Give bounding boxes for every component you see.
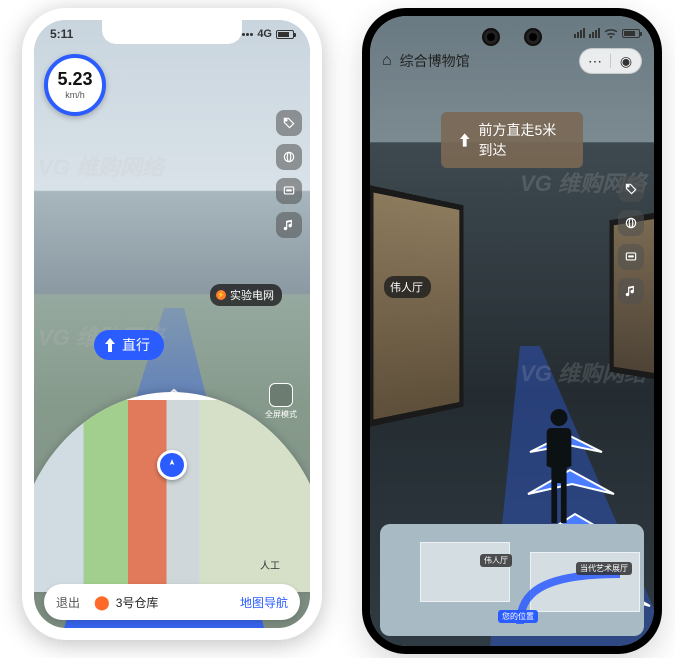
signal-icon (589, 28, 600, 38)
miniprogram-capsule: ⋯ ◉ (579, 48, 642, 74)
direction-pill: 直行 (94, 330, 164, 360)
minimap-you-label: 您的位置 (498, 610, 538, 623)
bottom-bar: 退出 ⬤ 3号仓库 地图导航 (44, 584, 300, 620)
camera-cutout (476, 28, 548, 46)
fullscreen-icon (269, 383, 293, 407)
minimap-label-b: 当代艺术展厅 (576, 562, 632, 575)
minimap-poi-label: 人工 (260, 557, 280, 572)
battery-icon (622, 29, 640, 38)
poi-chip[interactable]: ⚡ 实验电网 (210, 284, 282, 306)
minimap[interactable]: 伟人厅 当代艺术展厅 您的位置 (380, 524, 644, 636)
phone-left: VG 维购网络 VG 维购网络 (22, 8, 322, 640)
wifi-icon (604, 27, 618, 39)
poi-label: 伟人厅 (390, 279, 423, 295)
music-icon[interactable] (618, 278, 644, 304)
pin-icon: ⬤ (94, 594, 110, 611)
watermark: VG 维购网络 (38, 150, 164, 182)
poi-dot-icon: ⚡ (216, 290, 226, 300)
person-silhouette (540, 406, 578, 526)
tool-icon-column (618, 176, 644, 304)
screen-right: VG 维购网络 VG 维购网络 ⌂ 综合博物馆 ⋯ ◉ 前方直走5米到达 (370, 16, 654, 646)
link-icon[interactable] (276, 144, 302, 170)
speed-value: 5.23 (57, 70, 92, 88)
fullscreen-label: 全屏模式 (264, 409, 298, 420)
signal-icon (574, 28, 585, 38)
phone-right: VG 维购网络 VG 维购网络 ⌂ 综合博物馆 ⋯ ◉ 前方直走5米到达 (362, 8, 662, 654)
tag-icon[interactable] (276, 110, 302, 136)
home-icon[interactable]: ⌂ (382, 52, 392, 70)
fullscreen-chip[interactable]: 全屏模式 (264, 383, 298, 420)
message-icon[interactable] (618, 244, 644, 270)
exit-button[interactable]: 退出 (56, 594, 80, 611)
iphone-notch (102, 20, 242, 44)
speed-gauge: 5.23 km/h (44, 54, 106, 116)
battery-icon (276, 30, 294, 39)
destination-label: 3号仓库 (116, 594, 240, 611)
direction-label: 直行 (122, 335, 150, 355)
music-icon[interactable] (276, 212, 302, 238)
direction-banner: 前方直走5米到达 (441, 112, 583, 168)
status-time: 5:11 (50, 27, 73, 41)
minimap-label-a: 伟人厅 (480, 554, 512, 567)
message-icon[interactable] (276, 178, 302, 204)
compass-needle-icon (165, 458, 179, 472)
poi-chip[interactable]: 伟人厅 (384, 276, 431, 298)
screen-left: VG 维购网络 VG 维购网络 (34, 20, 310, 628)
app-title: 综合博物馆 (400, 51, 571, 71)
direction-text: 前方直走5米到达 (478, 120, 565, 160)
arrow-up-icon (459, 132, 470, 148)
poi-label: 实验电网 (230, 287, 274, 303)
tag-icon[interactable] (618, 176, 644, 202)
tool-icon-column (276, 110, 302, 238)
map-nav-link[interactable]: 地图导航 (240, 594, 288, 611)
qr-icon[interactable] (618, 210, 644, 236)
speed-unit: km/h (65, 90, 85, 100)
capsule-close-icon[interactable]: ◉ (611, 53, 641, 70)
status-network: 4G (257, 28, 272, 40)
compass-button[interactable] (157, 450, 187, 480)
arrow-up-icon (104, 338, 116, 352)
app-bar: ⌂ 综合博物馆 ⋯ ◉ (370, 44, 654, 78)
capsule-menu-icon[interactable]: ⋯ (580, 53, 610, 70)
